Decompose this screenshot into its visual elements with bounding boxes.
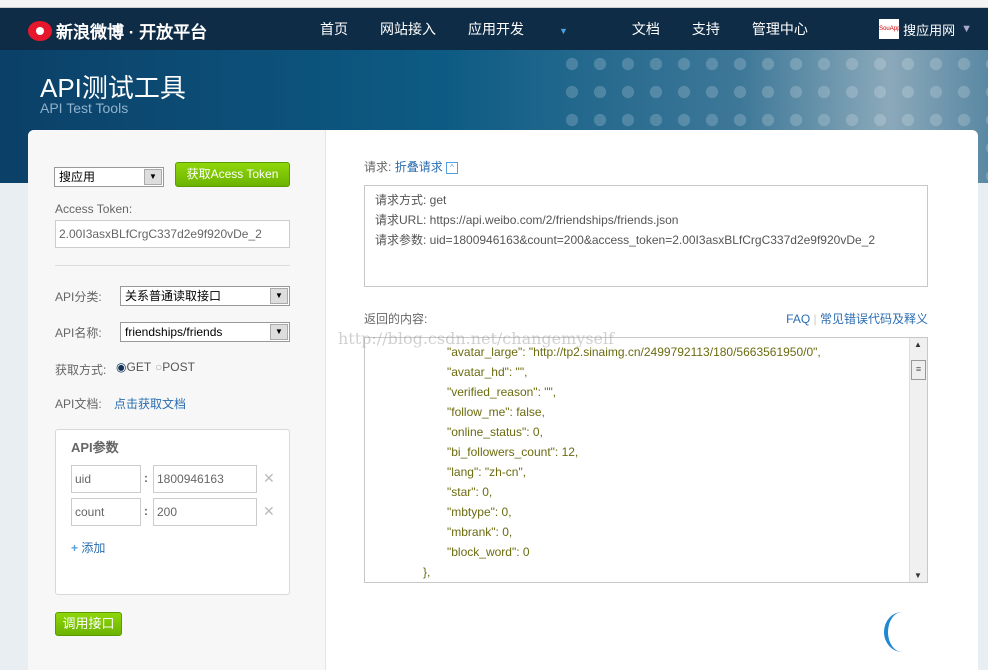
json-line: "star": 0, xyxy=(447,485,493,499)
json-line: "block_word": 0 xyxy=(447,545,530,559)
colon: : xyxy=(144,504,148,518)
iyunv-logo xyxy=(884,610,984,654)
json-line: "verified_reason": "", xyxy=(447,385,557,399)
json-line: "lang": "zh-cn", xyxy=(447,465,527,479)
page-subtitle: API Test Tools xyxy=(40,100,129,116)
divider xyxy=(55,265,290,266)
top-nav: 新浪微博 · 开放平台 首页 网站接入 应用开发 ▼ 文档 支持 管理中心 Sou… xyxy=(0,8,988,50)
api-name-value: friendships/friends xyxy=(125,325,223,339)
dropdown-arrow-icon: ▼ xyxy=(270,288,288,304)
app-select[interactable]: 搜应用 ▼ xyxy=(54,167,164,187)
main-card: 搜应用 ▼ 获取Acess Token Access Token: 2.00I3a… xyxy=(28,130,978,670)
logo-text: 新浪微博 · 开放平台 xyxy=(56,23,208,42)
error-codes-link[interactable]: 常见错误代码及释义 xyxy=(820,312,928,326)
response-box[interactable]: "avatar_large": "http://tp2.sinaimg.cn/2… xyxy=(364,337,928,583)
app-select-value: 搜应用 xyxy=(59,170,96,184)
nav-support[interactable]: 支持 xyxy=(692,19,720,39)
request-method: 请求方式: get xyxy=(375,193,447,207)
remove-icon[interactable]: ✕ xyxy=(263,503,275,520)
scroll-up-icon[interactable]: ▲ xyxy=(914,340,922,349)
response-json: "avatar_large": "http://tp2.sinaimg.cn/2… xyxy=(365,342,821,582)
json-line: "mbtype": 0, xyxy=(447,505,512,519)
response-label: 返回的内容: xyxy=(364,312,428,326)
get-token-button[interactable]: 获取Acess Token xyxy=(175,162,290,187)
request-box: 请求方式: get 请求URL: https://api.weibo.com/2… xyxy=(364,185,928,287)
left-panel: 搜应用 ▼ 获取Acess Token Access Token: 2.00I3a… xyxy=(28,130,326,670)
category-label: API分类: xyxy=(55,290,102,304)
colon: : xyxy=(144,471,148,485)
request-header: 请求: 折叠请求 ^ xyxy=(364,158,459,175)
nav-admin[interactable]: 管理中心 xyxy=(752,19,808,39)
token-label: Access Token: xyxy=(55,202,133,216)
doc-link[interactable]: 点击获取文档 xyxy=(114,395,186,412)
user-name: 搜应用网 xyxy=(903,22,956,38)
method-get-label: GET xyxy=(126,360,152,374)
doc-label: API文档: xyxy=(55,397,102,411)
param-value-input[interactable]: 200 xyxy=(153,498,257,526)
collapse-request-link[interactable]: 折叠请求 xyxy=(395,160,443,174)
json-line: "online_status": 0, xyxy=(447,425,543,439)
method-get-radio[interactable]: ◉GET xyxy=(116,360,151,374)
api-name-label: API名称: xyxy=(55,326,102,340)
browser-strip xyxy=(0,0,988,8)
api-name-select[interactable]: friendships/friends ▼ xyxy=(120,322,290,342)
avatar: SouApp xyxy=(879,19,900,39)
category-select[interactable]: 关系普通读取接口 ▼ xyxy=(120,286,290,306)
request-label: 请求: xyxy=(364,160,392,174)
user-menu[interactable]: SouApp 搜应用网 ▼ xyxy=(879,19,972,39)
add-label: 添加 xyxy=(81,541,106,555)
dropdown-arrow-icon: ▼ xyxy=(144,169,162,185)
json-line: "mbrank": 0, xyxy=(447,525,513,539)
request-params: 请求参数: uid=1800946163&count=200&access_to… xyxy=(375,233,876,247)
nav-docs[interactable]: 文档 xyxy=(632,19,660,39)
weibo-logo[interactable]: 新浪微博 · 开放平台 xyxy=(28,18,207,43)
caret-down-icon: ▼ xyxy=(559,26,568,36)
scroll-thumb[interactable]: ≡ xyxy=(911,360,926,380)
json-line: "follow_me": false, xyxy=(447,405,545,419)
faq-link[interactable]: FAQ xyxy=(786,312,810,326)
add-param-link[interactable]: + 添加 xyxy=(71,539,105,556)
chevron-down-icon: ▼ xyxy=(961,23,972,35)
param-key-input[interactable]: uid xyxy=(71,465,141,493)
radio-checked-icon: ◉ xyxy=(116,360,127,374)
json-line: "bi_followers_count": 12, xyxy=(447,445,579,459)
token-input[interactable]: 2.00I3asxBLfCrgC337d2e9f920vDe_2 xyxy=(55,220,290,248)
json-line: "avatar_hd": "", xyxy=(447,365,528,379)
watermark: http://blog.csdn.net/changemyself xyxy=(338,329,615,348)
nav-site[interactable]: 网站接入 xyxy=(380,19,436,39)
nav-appdev[interactable]: 应用开发 ▼ xyxy=(468,19,600,39)
params-title: API参数 xyxy=(71,440,119,455)
method-post-label: POST xyxy=(162,360,195,374)
right-panel: 请求: 折叠请求 ^ 请求方式: get 请求URL: https://api.… xyxy=(326,130,978,670)
params-box: API参数 uid : 1800946163 ✕ count : 200 ✕ +… xyxy=(55,429,290,595)
dropdown-arrow-icon: ▼ xyxy=(270,324,288,340)
scroll-down-icon[interactable]: ▼ xyxy=(914,571,922,580)
method-label: 获取方式: xyxy=(55,363,107,377)
call-api-button[interactable]: 调用接口 xyxy=(55,612,122,636)
help-links: FAQ | 常见错误代码及释义 xyxy=(786,312,928,326)
collapse-icon[interactable]: ^ xyxy=(446,161,459,174)
nav-home[interactable]: 首页 xyxy=(320,19,348,39)
nav-appdev-label: 应用开发 xyxy=(468,21,524,37)
remove-icon[interactable]: ✕ xyxy=(263,470,275,487)
weibo-eye-icon xyxy=(28,20,52,41)
param-value-input[interactable]: 1800946163 xyxy=(153,465,257,493)
iyunv-swoosh-icon xyxy=(884,612,920,652)
json-line: }, xyxy=(423,565,431,579)
param-key-input[interactable]: count xyxy=(71,498,141,526)
method-post-radio[interactable]: ○POST xyxy=(155,360,195,374)
scrollbar[interactable]: ▲ ≡ ▼ xyxy=(909,338,927,582)
category-value: 关系普通读取接口 xyxy=(125,289,222,303)
request-url: 请求URL: https://api.weibo.com/2/friendshi… xyxy=(375,213,679,227)
plus-icon: + xyxy=(71,541,79,555)
